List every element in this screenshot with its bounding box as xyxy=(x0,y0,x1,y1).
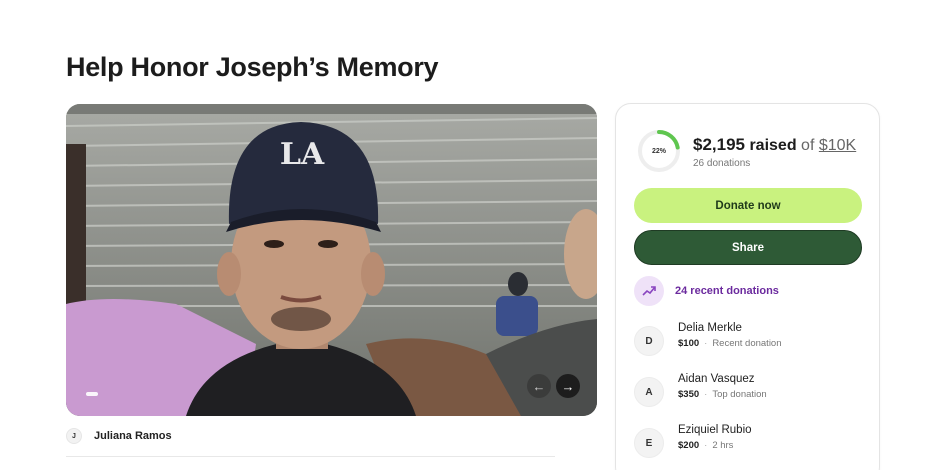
donation-note: 2 hrs xyxy=(712,440,734,451)
raised-summary: $2,195 raised of $10K xyxy=(693,135,856,155)
divider xyxy=(66,456,555,457)
donor-avatar: A xyxy=(634,377,664,407)
cap-logo: LA xyxy=(280,137,325,172)
donation-amount: $100 xyxy=(678,338,700,349)
donation-note: Top donation xyxy=(712,389,767,400)
donor-name: Eziquiel Rubio xyxy=(678,424,752,436)
donation-count: 26 donations xyxy=(693,158,751,169)
donation-item: E Eziquiel Rubio $200 · 2 hrs xyxy=(634,424,752,458)
donation-amount: $350 xyxy=(678,389,700,400)
share-button[interactable]: Share xyxy=(634,230,862,265)
arrow-left-icon: ← xyxy=(532,378,546,394)
donation-card: 22% $2,195 raised of $10K 26 donations D… xyxy=(615,103,880,470)
goal-amount[interactable]: $10K xyxy=(819,137,856,154)
organizer[interactable]: J Juliana Ramos xyxy=(66,428,172,444)
donor-name: Aidan Vasquez xyxy=(678,373,755,385)
donor-avatar: E xyxy=(634,428,664,458)
of-word: of xyxy=(801,137,815,154)
carousel-next-button[interactable]: → xyxy=(556,374,580,398)
donation-item: A Aidan Vasquez $350 · Top donation xyxy=(634,373,767,407)
organizer-avatar: J xyxy=(66,428,82,444)
progress-percent: 22% xyxy=(651,147,666,155)
donor-name: Delia Merkle xyxy=(678,322,742,334)
donation-note: Recent donation xyxy=(712,338,782,349)
carousel-indicator xyxy=(86,392,98,396)
donor-avatar: D xyxy=(634,326,664,356)
donate-button[interactable]: Donate now xyxy=(634,188,862,223)
page-title: Help Honor Joseph’s Memory xyxy=(66,52,439,82)
carousel-prev-button[interactable]: ← xyxy=(527,374,551,398)
donation-amount: $200 xyxy=(678,440,700,451)
trending-up-icon xyxy=(634,276,664,306)
hero-image: LA xyxy=(66,104,597,416)
hero-photo[interactable]: LA ← → xyxy=(66,104,597,416)
arrow-right-icon: → xyxy=(561,378,575,394)
donation-item: D Delia Merkle $100 · Recent donation xyxy=(634,322,782,356)
recent-donations-label[interactable]: 24 recent donations xyxy=(675,285,779,297)
recent-donations[interactable]: 24 recent donations xyxy=(634,276,779,306)
organizer-name[interactable]: Juliana Ramos xyxy=(94,430,172,442)
raised-amount: $2,195 xyxy=(693,135,745,154)
carousel-dot[interactable] xyxy=(86,392,98,396)
raised-word: raised xyxy=(749,137,797,154)
